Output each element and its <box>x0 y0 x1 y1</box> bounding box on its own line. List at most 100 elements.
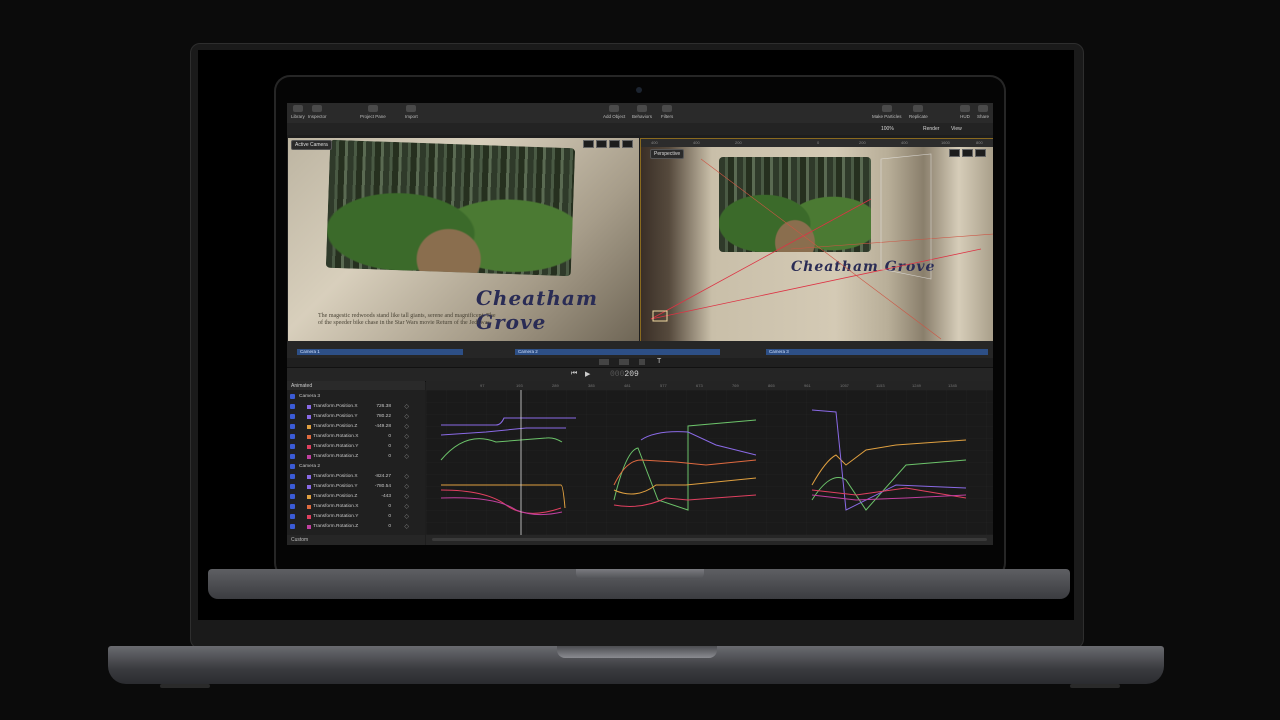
library-button[interactable]: Library <box>291 105 305 119</box>
move-icon[interactable] <box>596 140 607 148</box>
keyframe-icon[interactable]: ◇ <box>404 473 409 480</box>
line-tool-icon[interactable] <box>639 359 645 365</box>
import-button[interactable]: Import <box>405 105 418 119</box>
parameter-name: Transform.Rotation.Y <box>313 444 359 449</box>
gear-icon <box>637 105 647 112</box>
dolly-icon[interactable] <box>975 149 986 157</box>
ruler-label: 289 <box>552 383 559 388</box>
enable-checkbox[interactable] <box>290 424 295 429</box>
parameter-row[interactable]: Transform.Position.X 726.38 ◇ <box>287 402 425 412</box>
select-tool-icon[interactable] <box>599 359 609 365</box>
render-menu[interactable]: Render <box>923 126 939 132</box>
parameter-row[interactable]: Transform.Rotation.Y 0 ◇ <box>287 512 425 522</box>
parameter-row[interactable]: Transform.Position.Y 780.22 ◇ <box>287 412 425 422</box>
parameter-name: Transform.Rotation.X <box>313 434 359 439</box>
parameter-row[interactable]: Transform.Position.X -824.27 ◇ <box>287 472 425 482</box>
enable-checkbox[interactable] <box>290 494 295 499</box>
keyframe-icon[interactable]: ◇ <box>404 433 409 440</box>
enable-checkbox[interactable] <box>290 414 295 419</box>
keyframe-icon[interactable]: ◇ <box>404 413 409 420</box>
canvas-active-camera[interactable]: Cheatham Grove The magestic redwoods sta… <box>288 138 639 341</box>
camera-clip[interactable]: Camera 2 <box>515 349 720 355</box>
move-icon[interactable] <box>949 149 960 157</box>
scrollbar-thumb[interactable] <box>432 538 987 541</box>
parameter-value[interactable]: -449.28 <box>375 424 391 429</box>
behaviors-button[interactable]: Behaviors <box>632 105 652 119</box>
parameter-row[interactable]: Transform.Rotation.Z 0 ◇ <box>287 522 425 532</box>
enable-checkbox[interactable] <box>290 484 295 489</box>
camera-clip[interactable]: Camera 3 <box>766 349 988 355</box>
parameter-value[interactable]: 780.22 <box>376 414 391 419</box>
keyframe-icon[interactable]: ◇ <box>404 493 409 500</box>
keyframe-icon[interactable]: ◇ <box>404 483 409 490</box>
parameter-value[interactable]: 0 <box>388 524 391 529</box>
dolly-icon[interactable] <box>622 140 633 148</box>
pen-tool-icon[interactable] <box>619 359 629 365</box>
keyframe-editor-graph[interactable]: 97 193 289 385 481 577 673 769 865 961 1057 1153 124… <box>426 381 993 535</box>
share-button[interactable]: Share <box>977 105 989 119</box>
enable-checkbox[interactable] <box>290 454 295 459</box>
add-object-button[interactable]: Add Object <box>603 105 625 119</box>
canvas-perspective[interactable]: 400 400 200 0 200 400 1600 800 Cheatham … <box>640 138 993 343</box>
graph-scrollbar[interactable] <box>426 535 993 545</box>
parameter-row[interactable]: Transform.Rotation.Y 0 ◇ <box>287 442 425 452</box>
ruler-label: 481 <box>624 383 631 388</box>
animated-filter-select[interactable]: Animated <box>291 383 312 389</box>
parameter-value[interactable]: 0 <box>388 434 391 439</box>
group-label: Camera 3 <box>299 394 321 399</box>
parameter-value[interactable]: -443 <box>381 494 391 499</box>
zoom-level-select[interactable]: 100% <box>881 126 894 132</box>
orbit-icon[interactable] <box>962 149 973 157</box>
parameter-value[interactable]: 726.38 <box>376 404 391 409</box>
parameter-group[interactable]: Camera 2 <box>287 462 425 472</box>
timecode-display[interactable]: 000209 <box>610 370 639 379</box>
parameter-value[interactable]: 0 <box>388 514 391 519</box>
keyframe-icon[interactable]: ◇ <box>404 423 409 430</box>
parameter-value[interactable]: -780.54 <box>375 484 391 489</box>
enable-checkbox[interactable] <box>290 464 295 469</box>
hud-button[interactable]: HUD <box>960 105 970 119</box>
camera-icon[interactable] <box>583 140 594 148</box>
enable-checkbox[interactable] <box>290 524 295 529</box>
keyframe-icon[interactable]: ◇ <box>404 513 409 520</box>
inspector-button[interactable]: Inspector <box>308 105 327 119</box>
enable-checkbox[interactable] <box>290 474 295 479</box>
enable-checkbox[interactable] <box>290 394 295 399</box>
parameter-value[interactable]: 0 <box>388 444 391 449</box>
parameter-row[interactable]: Transform.Position.Z -449.28 ◇ <box>287 422 425 432</box>
enable-checkbox[interactable] <box>290 404 295 409</box>
camera-clip[interactable]: Camera 1 <box>297 349 463 355</box>
enable-checkbox[interactable] <box>290 434 295 439</box>
parameter-row[interactable]: Transform.Rotation.X 0 ◇ <box>287 502 425 512</box>
keyframe-icon[interactable]: ◇ <box>404 403 409 410</box>
parameter-group[interactable]: Camera 3 <box>287 392 425 402</box>
view-menu[interactable]: View <box>951 126 962 132</box>
parameter-row[interactable]: Transform.Rotation.Z 0 ◇ <box>287 452 425 462</box>
parameter-value[interactable]: -824.27 <box>375 474 391 479</box>
parameter-row[interactable]: Transform.Position.Y -780.54 ◇ <box>287 482 425 492</box>
orbit-icon[interactable] <box>609 140 620 148</box>
perspective-menu[interactable]: Perspective <box>650 149 685 159</box>
camera-frustum-box <box>880 153 932 280</box>
enable-checkbox[interactable] <box>290 514 295 519</box>
camera-frustum-line <box>790 233 993 250</box>
keyframe-icon[interactable]: ◇ <box>404 523 409 530</box>
keyframe-icon[interactable]: ◇ <box>404 503 409 510</box>
parameter-value[interactable]: 0 <box>388 454 391 459</box>
active-camera-menu[interactable]: Active Camera <box>291 140 332 150</box>
text-tool-icon[interactable]: T <box>657 358 661 365</box>
parameter-row[interactable]: Transform.Rotation.X 0 ◇ <box>287 432 425 442</box>
replicate-button[interactable]: Replicate <box>909 105 928 119</box>
play-icon[interactable]: ▶ <box>585 370 590 378</box>
make-particles-button[interactable]: Make Particles <box>872 105 902 119</box>
parameter-row[interactable]: Transform.Position.Z -443 ◇ <box>287 492 425 502</box>
enable-checkbox[interactable] <box>290 504 295 509</box>
keyframe-icon[interactable]: ◇ <box>404 443 409 450</box>
parameter-value[interactable]: 0 <box>388 504 391 509</box>
keyframe-icon[interactable]: ◇ <box>404 453 409 460</box>
go-to-start-icon[interactable]: ⏮ <box>571 370 577 378</box>
custom-select[interactable]: Custom <box>291 537 308 543</box>
filters-button[interactable]: Filters <box>661 105 673 119</box>
enable-checkbox[interactable] <box>290 444 295 449</box>
project-pane-button[interactable]: Project Pane <box>360 105 386 119</box>
